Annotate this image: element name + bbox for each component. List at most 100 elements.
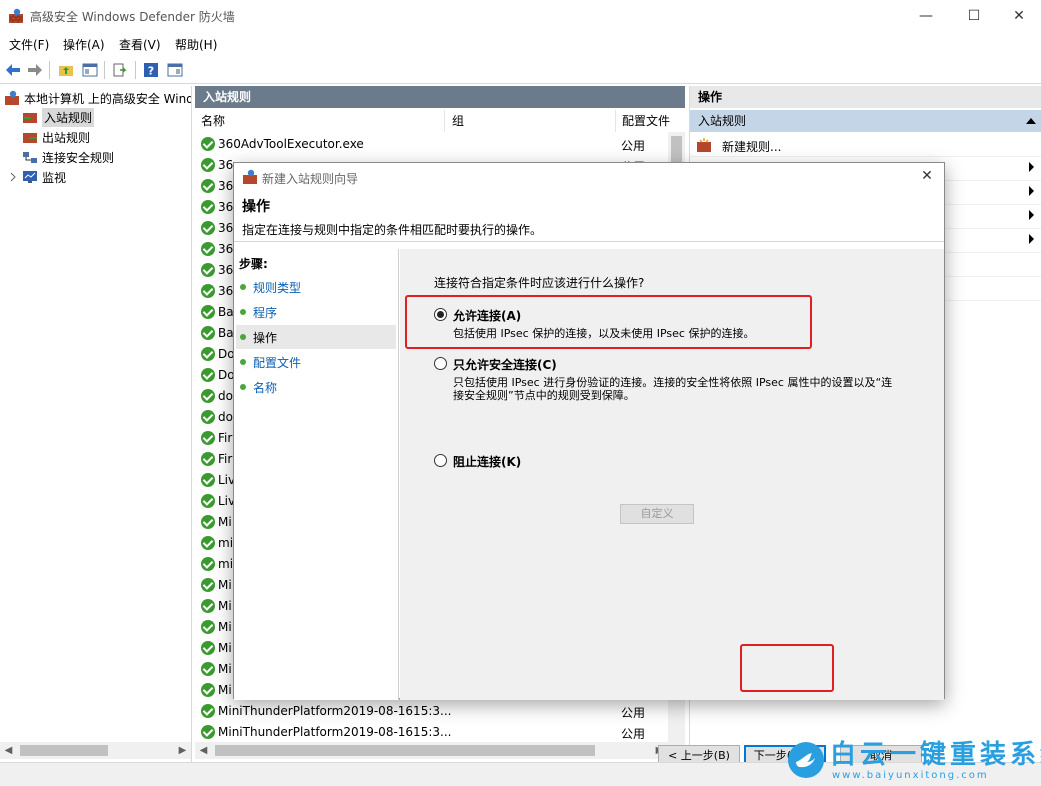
export-icon — [113, 63, 127, 77]
tree-item-outbound-rules[interactable]: 出站规则 — [22, 127, 90, 147]
option-allow-secure-only[interactable]: 只允许安全连接(C) 只包括使用 IPsec 进行身份验证的连接。连接的安全性将… — [434, 356, 894, 406]
rule-name: Fir — [218, 452, 233, 466]
radio-allow-secure-only[interactable] — [434, 357, 447, 370]
menu-help[interactable]: 帮助(H) — [175, 36, 217, 53]
forward-arrow-button[interactable] — [25, 60, 45, 80]
action-new-rule[interactable]: 新建规则... — [690, 133, 1041, 157]
minimize-button[interactable]: — — [903, 0, 949, 32]
dialog-close-icon[interactable]: ✕ — [918, 167, 936, 185]
menu-action[interactable]: 操作(A) — [63, 36, 105, 53]
action-question: 连接符合指定条件时应该进行什么操作? — [434, 276, 645, 290]
maximize-button[interactable]: ☐ — [951, 0, 997, 32]
enabled-check-icon — [201, 263, 215, 277]
enabled-check-icon — [201, 704, 215, 718]
tree-root[interactable]: 本地计算机 上的高级安全 Windows Defender 防火墙 — [4, 88, 191, 108]
rule-name: mi — [218, 536, 234, 550]
enabled-check-icon — [201, 473, 215, 487]
tree-root-label: 本地计算机 上的高级安全 Windows Defender 防火墙 — [24, 91, 191, 106]
rule-name: 36 — [218, 179, 234, 193]
chevron-right-icon[interactable] — [8, 169, 18, 185]
rule-name: do — [218, 389, 233, 403]
step-dot-icon — [240, 359, 246, 365]
actions-section-label: 入站规则 — [698, 114, 747, 128]
toolbar: ? — [0, 56, 1041, 84]
tree-item-label: 监视 — [42, 170, 67, 185]
rule-name: MiniThunderPlatform2019-08-1615:3... — [218, 725, 452, 739]
option-block-connection[interactable]: 阻止连接(K) — [434, 453, 634, 471]
rule-name: Mi — [218, 515, 232, 529]
help-icon: ? — [144, 63, 158, 78]
toolbar-separator — [104, 61, 105, 79]
step-profile[interactable]: 配置文件 — [236, 350, 396, 374]
submenu-arrow-icon — [1029, 210, 1034, 220]
back-arrow-button[interactable] — [3, 60, 23, 80]
bird-logo-icon — [788, 742, 824, 778]
rule-name: 36 — [218, 221, 234, 235]
inbound-rules-icon — [23, 113, 37, 123]
step-name[interactable]: 名称 — [236, 375, 396, 399]
tree-item-inbound-rules[interactable]: 入站规则 — [22, 107, 95, 127]
rule-name: Mi — [218, 641, 232, 655]
step-label: 规则类型 — [253, 281, 302, 295]
step-dot-icon — [240, 284, 246, 290]
show-hide-tree-button[interactable] — [80, 60, 100, 80]
tree-item-label: 连接安全规则 — [42, 150, 115, 165]
title-bar: 高级安全 Windows Defender 防火墙 — ☐ ✕ — [0, 0, 1041, 32]
enabled-check-icon — [201, 515, 215, 529]
close-button[interactable]: ✕ — [996, 0, 1041, 32]
export-list-button[interactable] — [110, 60, 130, 80]
toolbar-separator — [135, 61, 136, 79]
scroll-right-icon[interactable]: ▶ — [174, 742, 191, 759]
rule-name: Ba — [218, 326, 234, 340]
firewall-icon — [9, 8, 23, 23]
menu-file[interactable]: 文件(F) — [9, 36, 49, 53]
tree-item-monitoring[interactable]: 监视 — [8, 167, 66, 187]
collapse-up-icon[interactable] — [1026, 118, 1036, 124]
column-header-group[interactable]: 组 — [446, 110, 616, 132]
actions-section-inbound[interactable]: 入站规则 — [690, 110, 1041, 132]
actions-pane-header: 操作 — [690, 86, 1041, 108]
scroll-left-icon[interactable]: ◀ — [0, 742, 17, 759]
step-rule-type[interactable]: 规则类型 — [236, 275, 396, 299]
step-dot-icon — [240, 334, 246, 340]
enabled-check-icon — [201, 494, 215, 508]
scroll-left-icon[interactable]: ◀ — [195, 742, 212, 759]
radio-block-connection[interactable] — [434, 454, 447, 467]
table-row[interactable]: 360AdvToolExecutor.exe 公用 — [195, 134, 665, 155]
enabled-check-icon — [201, 410, 215, 424]
help-button[interactable]: ? — [141, 60, 161, 80]
customize-button[interactable]: 自定义 — [620, 504, 694, 524]
column-header-name[interactable]: 名称 — [195, 110, 445, 132]
show-hide-action-pane-button[interactable] — [165, 60, 185, 80]
enabled-check-icon — [201, 536, 215, 550]
tree-horizontal-scrollbar[interactable]: ◀ ▶ — [0, 742, 191, 759]
firewall-icon — [243, 169, 257, 184]
scrollbar-thumb[interactable] — [215, 745, 595, 756]
rules-horizontal-scrollbar[interactable]: ◀ ▶ — [195, 742, 685, 759]
enabled-check-icon — [201, 557, 215, 571]
option-label: 阻止连接(K) — [453, 455, 522, 469]
submenu-arrow-icon — [1029, 186, 1034, 196]
menu-view[interactable]: 查看(V) — [119, 36, 161, 53]
rule-name: do — [218, 410, 233, 424]
rule-name: Fir — [218, 431, 233, 445]
enabled-check-icon — [201, 599, 215, 613]
step-program[interactable]: 程序 — [236, 300, 396, 324]
table-row[interactable]: MiniThunderPlatform2019-08-1615:3... 公用 — [195, 722, 665, 743]
tree-item-connection-security-rules[interactable]: 连接安全规则 — [22, 147, 114, 167]
enabled-check-icon — [201, 578, 215, 592]
column-header-profile[interactable]: 配置文件 — [616, 110, 670, 132]
new-rule-icon — [697, 138, 711, 152]
rule-name: 36 — [218, 242, 234, 256]
scrollbar-thumb[interactable] — [20, 745, 108, 756]
step-label: 程序 — [253, 306, 278, 320]
step-label: 操作 — [253, 331, 278, 345]
console-tree-pane: 本地计算机 上的高级安全 Windows Defender 防火墙 入站规则 出… — [0, 86, 192, 762]
step-dot-icon — [240, 384, 246, 390]
dialog-title: 新建入站规则向导 — [262, 172, 359, 186]
table-row[interactable]: MiniThunderPlatform2019-08-1615:3... 公用 — [195, 701, 665, 722]
step-action[interactable]: 操作 — [236, 325, 396, 349]
firewall-icon — [5, 90, 19, 105]
up-folder-button[interactable] — [56, 60, 76, 80]
rule-name: 360AdvToolExecutor.exe — [218, 137, 364, 151]
